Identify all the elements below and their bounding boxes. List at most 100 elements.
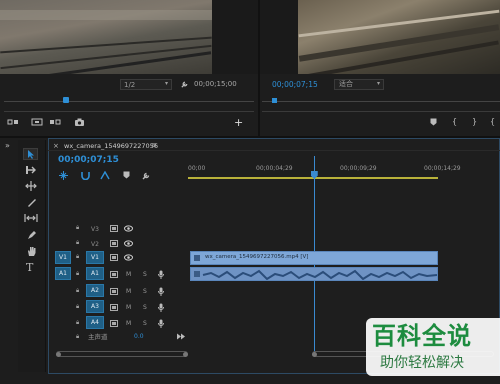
master-volume[interactable]: 0.0 xyxy=(134,334,144,340)
mic-icon[interactable] xyxy=(157,302,165,312)
mic-icon[interactable] xyxy=(157,318,165,328)
snap-icon[interactable] xyxy=(80,170,90,180)
source-scroll[interactable] xyxy=(4,106,254,112)
sync-icon[interactable] xyxy=(109,319,118,327)
audio-waveform xyxy=(202,269,437,280)
lock-icon[interactable]: 🔒︎ xyxy=(76,254,79,260)
source-zoom-value: 1/2 xyxy=(124,81,136,89)
camera-icon[interactable] xyxy=(72,117,86,127)
eye-icon[interactable] xyxy=(124,224,133,232)
track-name-a4[interactable]: A4 xyxy=(86,316,104,329)
ruler-label: 00;00;09;29 xyxy=(340,165,377,172)
add-marker-icon[interactable] xyxy=(121,170,131,180)
program-fit-value: 适合 xyxy=(339,80,353,88)
program-scroll[interactable] xyxy=(262,106,500,112)
video-clip[interactable]: wx_camera_1549697227056.mp4 [V] xyxy=(190,251,438,265)
marker-icon[interactable] xyxy=(428,117,438,127)
track-name-a3[interactable]: A3 xyxy=(86,300,104,313)
source-timecode: 00;00;15;00 xyxy=(194,80,237,88)
track-name-v1[interactable]: V1 xyxy=(86,251,104,264)
watermark-subtitle: 助你轻松解决 xyxy=(380,355,464,371)
mic-icon[interactable] xyxy=(157,286,165,296)
timeline-tab[interactable]: wx_camera_1549697227056 xyxy=(64,143,158,150)
time-ruler[interactable]: 00;00 00;00;04;29 00;00;09;29 00;00;14;2… xyxy=(188,160,500,180)
mic-icon[interactable] xyxy=(157,269,165,279)
track-name-v3: V3 xyxy=(91,226,99,233)
eye-icon[interactable] xyxy=(124,253,133,261)
sync-icon[interactable] xyxy=(109,303,118,311)
audio-clip[interactable] xyxy=(190,267,438,281)
lock-icon[interactable]: 🔒︎ xyxy=(76,334,79,340)
export-frame-icon[interactable] xyxy=(48,117,62,127)
expand-panels-icon[interactable]: » xyxy=(5,142,10,150)
slip-tool[interactable] xyxy=(23,212,39,224)
chevron-down-icon: ▾ xyxy=(376,80,380,87)
timeline-settings-icon[interactable] xyxy=(140,170,150,180)
lock-icon[interactable]: 🔒︎ xyxy=(76,304,79,310)
lock-icon[interactable]: 🔒︎ xyxy=(76,225,79,231)
menu-icon[interactable]: ≡ xyxy=(151,142,157,149)
hand-tool[interactable] xyxy=(24,245,38,257)
program-monitor-video xyxy=(298,0,500,74)
fx-icon xyxy=(194,255,200,261)
video-clip-label: wx_camera_1549697227056.mp4 [V] xyxy=(205,254,309,260)
source-patch-v1[interactable]: V1 xyxy=(55,251,71,264)
watermark-title: 百科全说 xyxy=(372,322,472,350)
insert-icon[interactable] xyxy=(6,117,20,127)
source-ruler[interactable] xyxy=(4,96,254,106)
eye-icon[interactable] xyxy=(124,239,133,247)
source-zoom-select[interactable]: 1/2 ▾ xyxy=(120,79,172,90)
source-monitor-video xyxy=(0,0,212,74)
ripple-edit-tool[interactable] xyxy=(24,180,38,192)
solo-toggle[interactable]: S xyxy=(143,320,147,327)
lock-icon[interactable]: 🔒︎ xyxy=(76,271,79,277)
track-select-tool[interactable] xyxy=(24,164,38,176)
left-scroll-handle[interactable] xyxy=(56,351,188,357)
sync-icon[interactable] xyxy=(109,224,118,232)
mute-toggle[interactable]: M xyxy=(126,304,131,311)
lock-icon[interactable]: 🔒︎ xyxy=(76,320,79,326)
wrench-icon[interactable] xyxy=(178,78,190,90)
program-timecode: 00;00;07;15 xyxy=(272,80,318,89)
go-to-in-icon[interactable]: { xyxy=(490,118,495,126)
razor-tool[interactable] xyxy=(24,196,38,208)
ruler-label: 00;00 xyxy=(188,165,206,172)
ruler-label: 00;00;04;29 xyxy=(256,165,293,172)
source-patch-a1[interactable]: A1 xyxy=(55,267,71,280)
sync-icon[interactable] xyxy=(109,270,118,278)
mark-out-icon[interactable]: } xyxy=(472,118,477,126)
mute-toggle[interactable]: M xyxy=(126,320,131,327)
chevron-down-icon: ▾ xyxy=(164,80,168,87)
overwrite-icon[interactable] xyxy=(30,117,44,127)
solo-toggle[interactable]: S xyxy=(143,304,147,311)
program-fit-select[interactable]: 适合 ▾ xyxy=(334,79,384,90)
go-to-end-icon[interactable] xyxy=(176,332,185,340)
nest-icon[interactable] xyxy=(58,170,68,180)
mark-in-icon[interactable]: { xyxy=(452,118,457,126)
sync-icon[interactable] xyxy=(109,287,118,295)
program-ruler[interactable] xyxy=(262,96,500,106)
sync-icon[interactable] xyxy=(109,253,118,261)
sync-icon[interactable] xyxy=(109,239,118,247)
solo-toggle[interactable]: S xyxy=(143,271,147,278)
timeline-timecode[interactable]: 00;00;07;15 xyxy=(58,156,119,165)
close-icon[interactable]: × xyxy=(53,143,59,150)
track-name-a1[interactable]: A1 xyxy=(86,267,104,280)
track-name-a2[interactable]: A2 xyxy=(86,284,104,297)
mute-toggle[interactable]: M xyxy=(126,288,131,295)
add-button[interactable]: + xyxy=(234,117,243,128)
selection-tool[interactable] xyxy=(23,148,38,160)
linked-selection-icon[interactable] xyxy=(100,170,110,180)
type-tool[interactable]: T xyxy=(26,262,33,273)
master-label: 主声道 xyxy=(88,333,108,341)
watermark-logo: 百科全说 助你轻松解决 xyxy=(366,318,500,376)
lock-icon[interactable]: 🔒︎ xyxy=(76,288,79,294)
ruler-label: 00;00;14;29 xyxy=(424,165,461,172)
track-name-v2: V2 xyxy=(91,241,99,248)
program-playhead-marker[interactable] xyxy=(272,98,277,103)
mute-toggle[interactable]: M xyxy=(126,271,131,278)
pen-tool[interactable] xyxy=(24,229,38,241)
lock-icon[interactable]: 🔒︎ xyxy=(76,240,79,246)
source-playhead-marker[interactable] xyxy=(63,97,69,103)
solo-toggle[interactable]: S xyxy=(143,288,147,295)
